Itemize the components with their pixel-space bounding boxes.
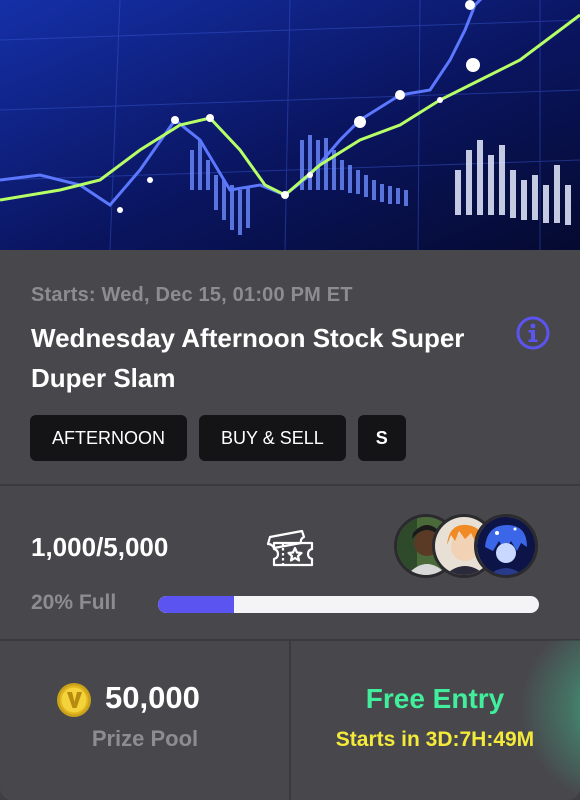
ticket-icon xyxy=(266,529,316,567)
start-countdown: Starts in 3D:7H:49M xyxy=(335,728,535,751)
fill-progress-bar xyxy=(158,596,539,613)
start-time: Starts: Wed, Dec 15, 01:00 PM ET xyxy=(31,284,353,306)
tag-afternoon[interactable]: AFTERNOON xyxy=(30,415,188,461)
prize-amount: 50,000 xyxy=(105,680,200,715)
fill-progress-value xyxy=(158,596,235,613)
section-divider xyxy=(0,484,580,486)
contest-title: Wednesday Afternoon Stock Super Duper Sl… xyxy=(31,323,465,393)
participant-avatars[interactable] xyxy=(394,514,544,578)
corner-glow xyxy=(520,640,580,800)
avatar xyxy=(474,514,538,578)
tag-list: AFTERNOON BUY & SELL S xyxy=(30,415,406,461)
contest-card[interactable]: Starts: Wed, Dec 15, 01:00 PM ET Wednesd… xyxy=(0,0,580,800)
coin-icon xyxy=(56,682,92,718)
prize-pool-panel xyxy=(0,640,290,800)
fill-percentage: 20% Full xyxy=(31,591,117,614)
entry-type[interactable]: Free Entry xyxy=(290,683,580,715)
entry-count: 1,000/5,000 xyxy=(31,532,169,562)
tag-buy-sell[interactable]: BUY & SELL xyxy=(199,415,346,461)
hero-image-stock-chart xyxy=(0,0,580,250)
vertical-divider xyxy=(289,640,291,800)
prize-label: Prize Pool xyxy=(91,726,199,751)
info-icon[interactable] xyxy=(516,316,550,350)
tag-s[interactable]: S xyxy=(357,415,406,461)
